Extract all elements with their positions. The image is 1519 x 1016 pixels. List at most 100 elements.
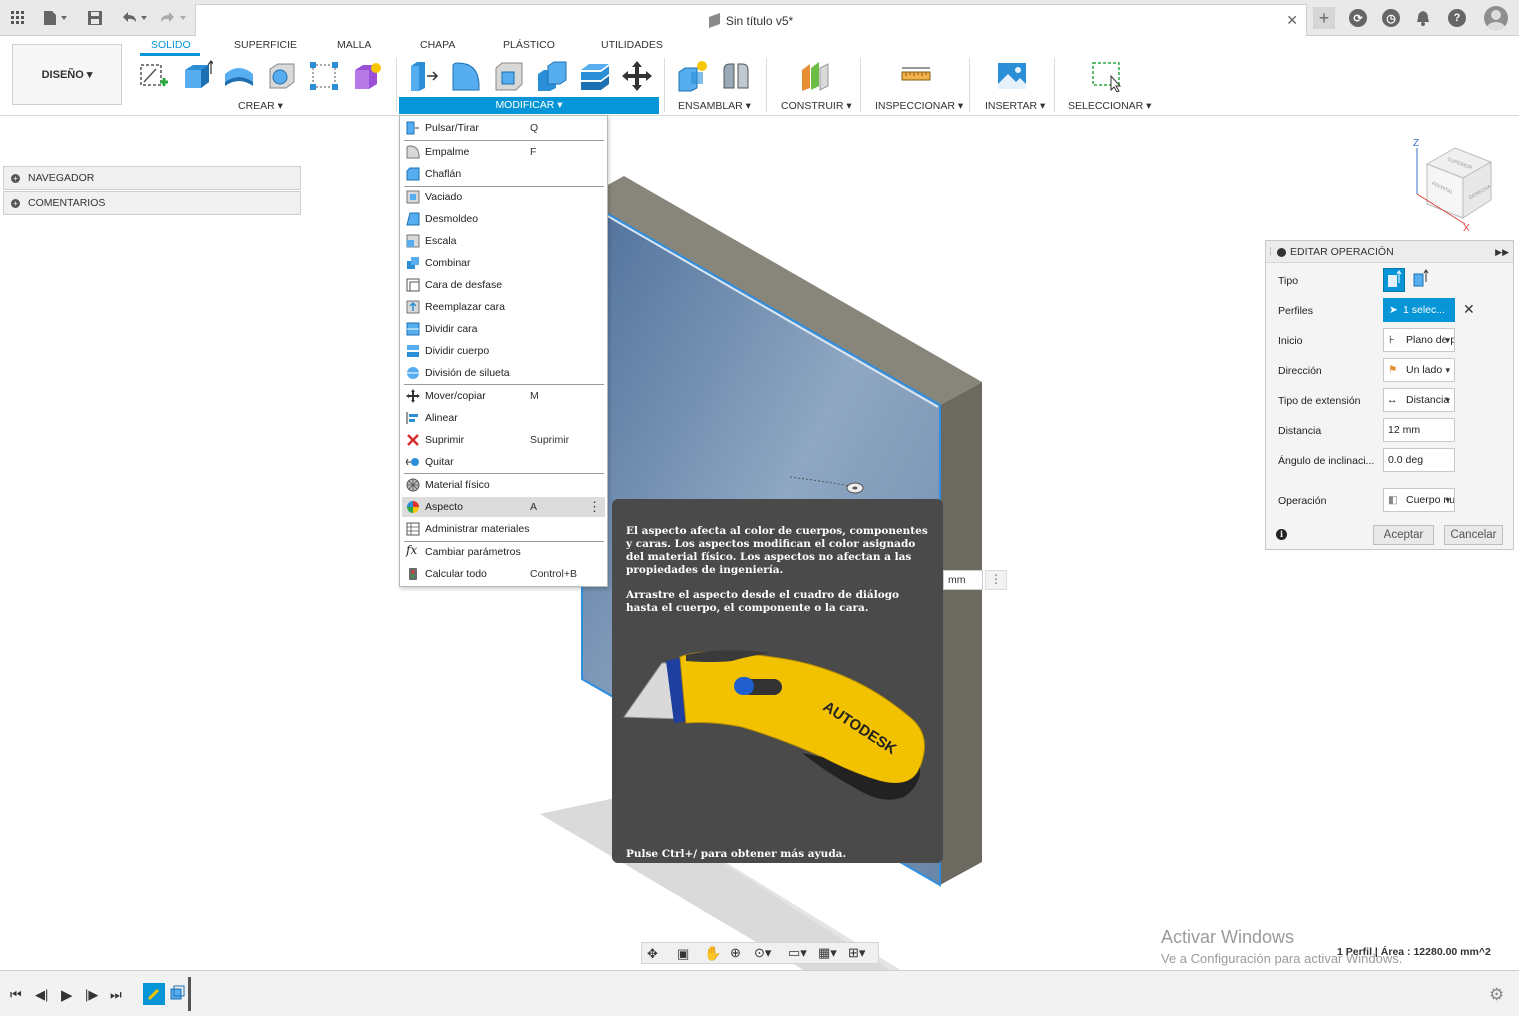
menu-item-replace-face[interactable]: Reemplazar cara bbox=[402, 297, 605, 317]
menu-item-chamfer[interactable]: Chaflán bbox=[402, 164, 605, 184]
expand-panel-icon[interactable]: ▶▶ bbox=[1495, 241, 1509, 263]
browser-panel-comments[interactable]: + COMENTARIOS bbox=[3, 191, 301, 215]
tab-solid[interactable]: SOLIDO bbox=[151, 39, 191, 51]
menu-item-silhouette-split[interactable]: División de silueta bbox=[402, 363, 605, 383]
measure-icon[interactable] bbox=[900, 60, 932, 92]
menu-item-fillet[interactable]: Empalme F bbox=[402, 142, 605, 162]
offset-plane-icon[interactable] bbox=[798, 60, 830, 92]
menu-item-shell[interactable]: Vaciado bbox=[402, 187, 605, 207]
combine-icon[interactable] bbox=[536, 60, 568, 92]
profiles-selection-button[interactable]: ➤ 1 selec... bbox=[1383, 298, 1455, 322]
menu-item-offset-face[interactable]: Cara de desfase bbox=[402, 275, 605, 295]
menu-item-compute-all[interactable]: Calcular todo Control+B bbox=[402, 564, 605, 584]
more-options-icon[interactable]: ⋮ bbox=[985, 570, 1007, 590]
menu-item-more-icon[interactable]: ⋮ bbox=[588, 499, 601, 515]
new-component-icon[interactable] bbox=[677, 60, 709, 92]
joint-icon[interactable] bbox=[720, 60, 752, 92]
view-cube[interactable]: Z X SUPERIOR FRONTAL DERECHA bbox=[1405, 134, 1505, 234]
menu-item-combine[interactable]: Combinar bbox=[402, 253, 605, 273]
menu-item-appearance[interactable]: Aspecto A ⋮ bbox=[402, 497, 605, 517]
menu-item-split-face[interactable]: Dividir cara bbox=[402, 319, 605, 339]
help-icon[interactable]: ? bbox=[1448, 9, 1466, 27]
timeline-extrude-feature[interactable] bbox=[168, 983, 188, 1005]
insert-image-icon[interactable] bbox=[996, 60, 1028, 92]
expand-icon[interactable]: + bbox=[11, 174, 20, 183]
tab-utilities[interactable]: UTILIDADES bbox=[601, 39, 663, 51]
direction-dropdown[interactable]: ⚑ Un lado bbox=[1383, 358, 1455, 382]
timeline-sketch-feature[interactable] bbox=[143, 983, 165, 1005]
type-extrude-option[interactable] bbox=[1383, 268, 1405, 292]
viewports-icon[interactable]: ⊞▾ bbox=[848, 945, 865, 961]
timeline-marker[interactable] bbox=[188, 977, 191, 1011]
tab-plastic[interactable]: PLÁSTICO bbox=[503, 39, 555, 51]
group-select[interactable]: SELECCIONAR ▾ bbox=[1068, 100, 1151, 112]
extrude-icon[interactable] bbox=[181, 60, 213, 92]
pattern-icon[interactable] bbox=[308, 60, 340, 92]
timeline-first-icon[interactable]: ⏮ bbox=[10, 987, 22, 1003]
menu-item-change-parameters[interactable]: fx Cambiar parámetros bbox=[402, 542, 605, 562]
timeline-last-icon[interactable]: ⏭ bbox=[110, 987, 122, 1003]
menu-item-physical-material[interactable]: Material físico bbox=[402, 475, 605, 495]
display-settings-icon[interactable]: ▭▾ bbox=[788, 945, 807, 961]
create-form-icon[interactable] bbox=[351, 60, 383, 92]
job-status-icon[interactable]: ◷ bbox=[1382, 9, 1400, 27]
panel-grip-icon[interactable]: ⁞ bbox=[1269, 241, 1272, 263]
type-thin-extrude-option[interactable] bbox=[1411, 268, 1433, 292]
menu-item-split-body[interactable]: Dividir cuerpo bbox=[402, 341, 605, 361]
group-assemble[interactable]: ENSAMBLAR ▾ bbox=[678, 100, 751, 112]
timeline-settings-icon[interactable]: ⚙ bbox=[1489, 985, 1504, 1005]
cancel-button[interactable]: Cancelar bbox=[1444, 525, 1503, 545]
revolve-icon[interactable] bbox=[223, 60, 255, 92]
apps-grid-icon[interactable] bbox=[9, 8, 27, 28]
timeline-play-icon[interactable]: ▶ bbox=[61, 986, 73, 1004]
close-tab-icon[interactable]: ✕ bbox=[1286, 12, 1298, 29]
undo-icon[interactable] bbox=[118, 8, 150, 28]
redo-icon[interactable] bbox=[157, 8, 189, 28]
create-sketch-icon[interactable] bbox=[138, 60, 170, 92]
menu-item-align[interactable]: Alinear bbox=[402, 408, 605, 428]
group-construct[interactable]: CONSTRUIR ▾ bbox=[781, 100, 852, 112]
hole-icon[interactable] bbox=[266, 60, 298, 92]
menu-item-scale[interactable]: Escala bbox=[402, 231, 605, 251]
extent-type-dropdown[interactable]: ↔ Distancia bbox=[1383, 388, 1455, 412]
info-icon[interactable]: i bbox=[1276, 529, 1287, 540]
timeline-previous-icon[interactable]: ◀| bbox=[35, 987, 48, 1003]
taper-angle-input[interactable]: 0.0 deg bbox=[1383, 448, 1455, 472]
ok-button[interactable]: Aceptar bbox=[1373, 525, 1434, 545]
group-create[interactable]: CREAR ▾ bbox=[238, 100, 283, 112]
browser-panel-navigator[interactable]: + NAVEGADOR bbox=[3, 166, 301, 190]
clear-selection-icon[interactable]: ✕ bbox=[1463, 301, 1475, 318]
menu-item-delete[interactable]: Suprimir Suprimir bbox=[402, 430, 605, 450]
save-icon[interactable] bbox=[86, 8, 104, 28]
file-menu-icon[interactable] bbox=[41, 8, 71, 28]
fillet-icon[interactable] bbox=[450, 60, 482, 92]
split-body-icon[interactable] bbox=[579, 60, 611, 92]
distance-input-fragment[interactable]: mm bbox=[943, 570, 983, 590]
expand-icon[interactable]: + bbox=[11, 199, 20, 208]
tab-surface[interactable]: SUPERFICIE bbox=[234, 39, 297, 51]
group-inspect[interactable]: INSPECCIONAR ▾ bbox=[875, 100, 963, 112]
timeline-next-icon[interactable]: |▶ bbox=[85, 987, 98, 1003]
window-select-icon[interactable] bbox=[1091, 60, 1123, 92]
menu-item-move-copy[interactable]: Mover/copiar M bbox=[402, 386, 605, 406]
workspace-design-button[interactable]: DISEÑO ▾ bbox=[12, 44, 122, 105]
menu-item-draft[interactable]: Desmoldeo bbox=[402, 209, 605, 229]
new-tab-icon[interactable]: + bbox=[1313, 7, 1335, 29]
pan-icon[interactable]: ✋ bbox=[704, 945, 721, 962]
zoom-icon[interactable]: ⊕ bbox=[730, 945, 741, 961]
edit-panel-header[interactable]: ⁞ EDITAR OPERACIÓN ▶▶ bbox=[1266, 241, 1513, 263]
menu-item-press-pull[interactable]: Pulsar/Tirar Q bbox=[402, 118, 605, 138]
collapse-icon[interactable] bbox=[1277, 248, 1286, 257]
group-modify[interactable]: MODIFICAR ▾ bbox=[399, 97, 659, 114]
extensions-icon[interactable]: ⟳ bbox=[1349, 9, 1367, 27]
orbit-icon[interactable]: ✥ bbox=[647, 946, 658, 962]
press-pull-icon[interactable] bbox=[407, 60, 439, 92]
tab-sheet-metal[interactable]: CHAPA bbox=[420, 39, 455, 51]
user-avatar-icon[interactable] bbox=[1484, 6, 1508, 30]
operation-dropdown[interactable]: ◧ Cuerpo nu... bbox=[1383, 488, 1455, 512]
move-copy-icon[interactable] bbox=[621, 60, 653, 92]
look-at-icon[interactable]: ▣ bbox=[677, 946, 689, 962]
group-insert[interactable]: INSERTAR ▾ bbox=[985, 100, 1045, 112]
notifications-icon[interactable] bbox=[1414, 8, 1432, 28]
start-dropdown[interactable]: ⊦ Plano de pe... bbox=[1383, 328, 1455, 352]
